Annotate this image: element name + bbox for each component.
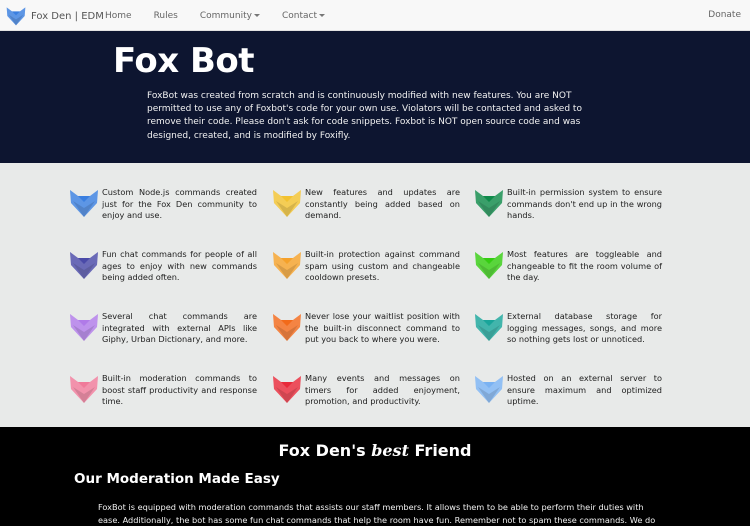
feature-text: Built-in protection against command spam…	[305, 249, 460, 283]
subtitle-emphasis: best	[371, 441, 409, 460]
fox-icon	[474, 312, 504, 342]
navbar-brand[interactable]: Fox Den | EDM	[6, 6, 104, 26]
nav-link-home[interactable]: Home	[105, 11, 132, 21]
feature-text: Built-in moderation commands to boost st…	[102, 373, 257, 407]
feature-item: External database storage for logging me…	[474, 311, 662, 346]
fox-icon	[474, 188, 504, 218]
nav-link-contact-label: Contact	[281, 10, 317, 21]
feature-item: Built-in moderation commands to boost st…	[69, 373, 257, 408]
moderation-text: FoxBot is equipped with moderation comma…	[98, 502, 656, 525]
subtitle-post: Friend	[408, 441, 472, 460]
fox-logo-icon	[6, 6, 26, 26]
feature-text: Never lose your waitlist position with t…	[305, 311, 460, 345]
features-section: Custom Node.js commands created just for…	[0, 163, 750, 427]
feature-text: Fun chat commands for people of all ages…	[102, 249, 257, 283]
feature-text: Most features are toggleable and changea…	[507, 249, 662, 283]
nav-link-rules[interactable]: Rules	[154, 11, 178, 21]
nav-links: Home Rules Community Contact	[105, 0, 347, 31]
nav-link-community[interactable]: Community	[200, 11, 260, 21]
fox-icon	[272, 312, 302, 342]
feature-text: Many events and messages on timers for a…	[305, 373, 460, 407]
feature-text: Several chat commands are integrated wit…	[102, 311, 257, 345]
page-title: Fox Bot	[113, 41, 255, 81]
chevron-down-icon	[318, 13, 325, 17]
fox-icon	[69, 188, 99, 218]
feature-text: External database storage for logging me…	[507, 311, 662, 345]
section-subtitle: Fox Den's best Friend	[0, 441, 750, 460]
hero-banner: Fox Bot FoxBot was created from scratch …	[0, 31, 750, 163]
fox-icon	[69, 250, 99, 280]
moderation-heading: Our Moderation Made Easy	[74, 471, 280, 487]
brand-name: Fox Den | EDM	[31, 10, 104, 22]
feature-item: Many events and messages on timers for a…	[272, 373, 460, 408]
feature-item: Built-in protection against command spam…	[272, 249, 460, 284]
fox-icon	[69, 312, 99, 342]
heading-post: Made Easy	[193, 471, 280, 487]
moderation-section: Fox Den's best Friend Our Moderation Mad…	[0, 427, 750, 526]
feature-item: Built-in permission system to ensure com…	[474, 187, 662, 222]
feature-item: Several chat commands are integrated wit…	[69, 311, 257, 346]
feature-text: Built-in permission system to ensure com…	[507, 187, 662, 221]
fox-icon	[272, 374, 302, 404]
feature-text: New features and updates are constantly …	[305, 187, 460, 221]
chevron-down-icon	[253, 13, 260, 17]
fox-icon	[272, 250, 302, 280]
hero-description: FoxBot was created from scratch and is c…	[147, 91, 582, 141]
subtitle-pre: Fox Den's	[278, 441, 372, 460]
feature-item: Hosted on an external server to ensure m…	[474, 373, 662, 408]
feature-text: Hosted on an external server to ensure m…	[507, 373, 662, 407]
feature-item: New features and updates are constantly …	[272, 187, 460, 222]
fox-icon	[474, 374, 504, 404]
feature-item: Fun chat commands for people of all ages…	[69, 249, 257, 284]
donate-link[interactable]: Donate	[708, 0, 741, 31]
heading-pre: Our	[74, 471, 107, 487]
feature-item: Custom Node.js commands created just for…	[69, 187, 257, 222]
top-navbar: Fox Den | EDM Home Rules Community Conta…	[0, 0, 750, 31]
nav-link-community-label: Community	[199, 10, 252, 21]
fox-icon	[272, 188, 302, 218]
nav-link-contact[interactable]: Contact	[282, 11, 325, 21]
feature-item: Never lose your waitlist position with t…	[272, 311, 460, 346]
feature-item: Most features are toggleable and changea…	[474, 249, 662, 284]
fox-icon	[474, 250, 504, 280]
fox-icon	[69, 374, 99, 404]
feature-text: Custom Node.js commands created just for…	[102, 187, 257, 221]
heading-strong: Moderation	[106, 471, 194, 487]
